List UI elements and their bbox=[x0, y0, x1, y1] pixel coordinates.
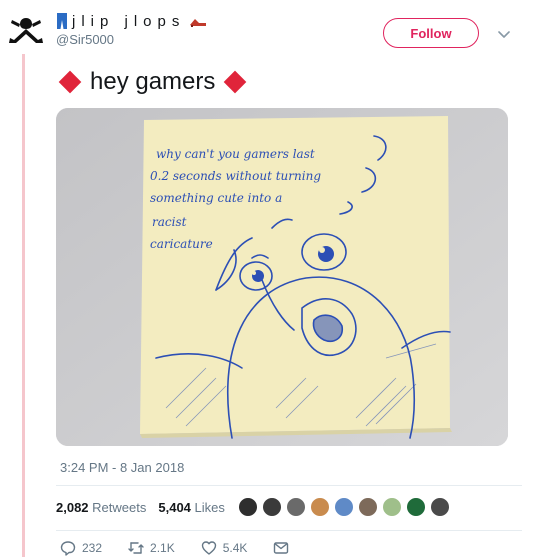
like-count: 5.4K bbox=[222, 541, 248, 555]
envelope-icon bbox=[274, 542, 289, 554]
avatar[interactable] bbox=[6, 10, 46, 50]
diamond-icon bbox=[58, 70, 82, 94]
tweet-text: hey gamers bbox=[58, 68, 247, 96]
liker-avatar[interactable] bbox=[406, 497, 426, 517]
jeans-emoji-icon bbox=[57, 13, 67, 29]
sticky-note-drawing: why can't you gamers last 0.2 seconds wi… bbox=[56, 108, 508, 446]
retweet-button[interactable]: 2.1K bbox=[128, 540, 175, 556]
tweet-stats: 2,082 Retweets 5,404 Likes bbox=[56, 500, 225, 515]
liker-avatar[interactable] bbox=[430, 497, 450, 517]
liker-avatar[interactable] bbox=[262, 497, 282, 517]
reply-icon bbox=[60, 541, 76, 556]
note-line: caricature bbox=[150, 237, 213, 251]
divider bbox=[56, 530, 522, 531]
follow-button[interactable]: Follow bbox=[383, 18, 479, 48]
tweet-header: jlip jlops @Sir5000 bbox=[56, 12, 207, 47]
tweet-body: hey gamers bbox=[90, 68, 216, 95]
reply-button[interactable]: 232 bbox=[60, 540, 102, 556]
chevron-down-icon[interactable] bbox=[496, 26, 512, 42]
diamond-icon bbox=[224, 70, 247, 94]
note-line: 0.2 seconds without turning bbox=[150, 169, 321, 183]
tweet-image[interactable]: why can't you gamers last 0.2 seconds wi… bbox=[56, 108, 508, 446]
liker-avatar[interactable] bbox=[310, 497, 330, 517]
like-button[interactable]: 5.4K bbox=[201, 540, 248, 556]
user-handle[interactable]: @Sir5000 bbox=[56, 32, 207, 47]
tweet-actions: 232 2.1K 5.4K bbox=[60, 540, 315, 556]
thread-line bbox=[22, 54, 25, 557]
display-name[interactable]: jlip jlops bbox=[56, 12, 207, 30]
liker-avatar[interactable] bbox=[382, 497, 402, 517]
likes-count: 5,404 bbox=[158, 500, 191, 515]
retweets-count: 2,082 bbox=[56, 500, 89, 515]
likes-label: Likes bbox=[194, 500, 225, 515]
note-line: why can't you gamers last bbox=[156, 147, 315, 161]
retweets-label: Retweets bbox=[92, 500, 147, 515]
liker-avatar[interactable] bbox=[238, 497, 258, 517]
divider bbox=[56, 485, 522, 486]
heels-emoji-icon bbox=[190, 19, 207, 27]
liker-avatar[interactable] bbox=[286, 497, 306, 517]
note-line: something cute into a bbox=[150, 191, 282, 205]
liker-avatar[interactable] bbox=[358, 497, 378, 517]
message-button[interactable] bbox=[273, 540, 289, 556]
retweet-icon bbox=[128, 542, 144, 554]
tweet-timestamp[interactable]: 3:24 PM - 8 Jan 2018 bbox=[60, 460, 184, 475]
display-name-text: jlip jlops bbox=[72, 12, 186, 30]
heart-icon bbox=[201, 541, 216, 555]
retweets-stat[interactable]: 2,082 Retweets bbox=[56, 500, 146, 515]
likes-stat[interactable]: 5,404 Likes bbox=[158, 500, 225, 515]
reply-count: 232 bbox=[82, 541, 103, 555]
note-line: racist bbox=[152, 215, 187, 229]
retweet-count: 2.1K bbox=[150, 541, 175, 555]
liker-avatar[interactable] bbox=[334, 497, 354, 517]
liker-avatars bbox=[238, 497, 450, 517]
